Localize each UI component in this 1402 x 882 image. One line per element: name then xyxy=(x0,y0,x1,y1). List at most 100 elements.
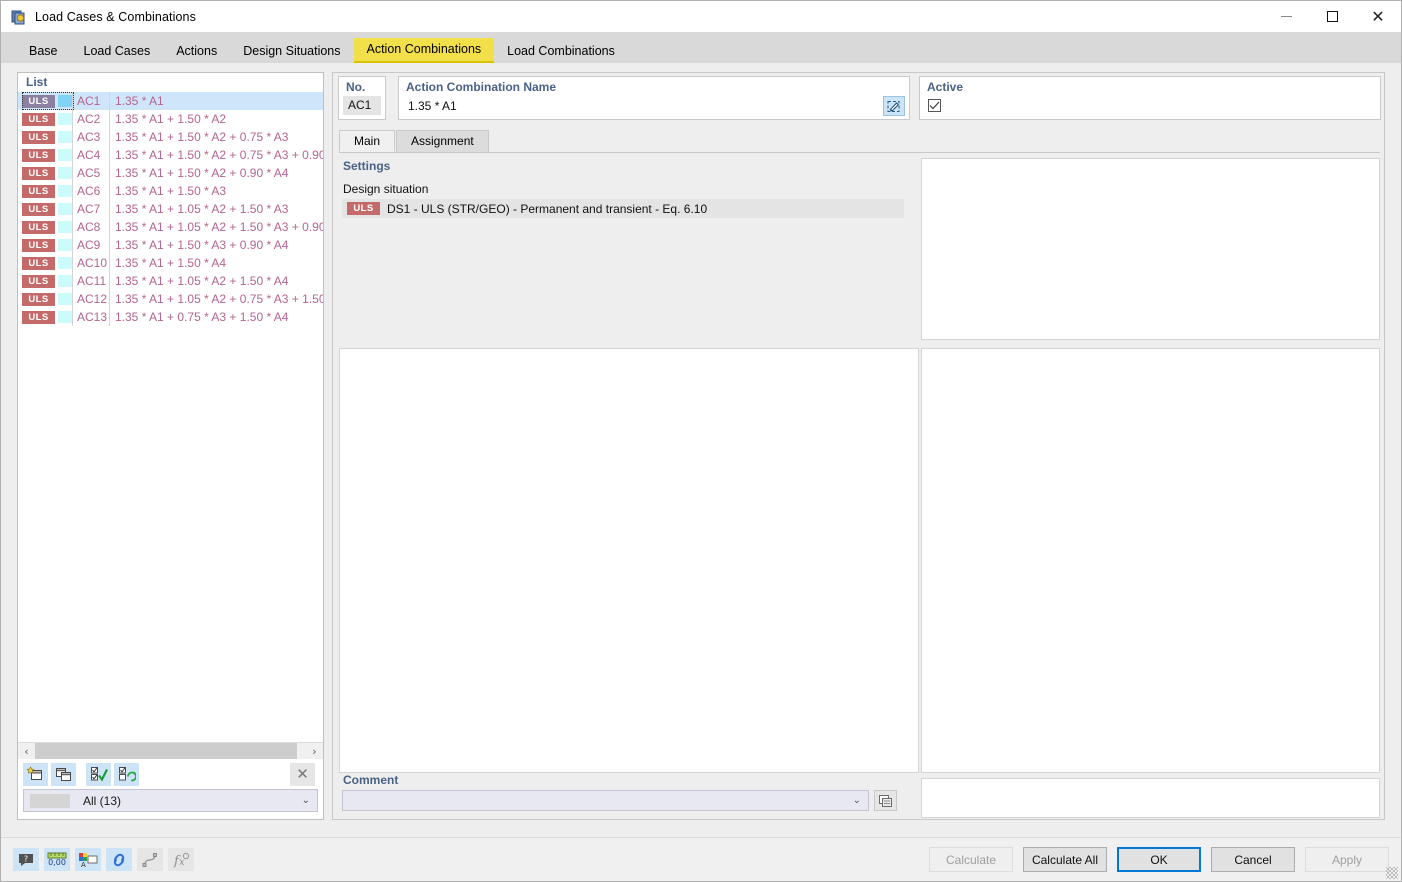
tab-actions[interactable]: Actions xyxy=(163,40,230,63)
detail-area: No. AC1 Action Combination Name xyxy=(332,72,1385,820)
table-row[interactable]: ULSAC51.35 * A1 + 1.50 * A2 + 0.90 * A4 xyxy=(18,164,323,182)
footer-bar: ? 0,00 xyxy=(1,837,1401,881)
table-row[interactable]: ULSAC61.35 * A1 + 1.50 * A3 xyxy=(18,182,323,200)
row-color-swatch xyxy=(58,131,72,143)
row-category-cell: ULS xyxy=(18,92,72,110)
row-formula-cell: 1.35 * A1 + 1.50 * A2 xyxy=(109,110,323,128)
units-decimal-button[interactable]: 0,00 xyxy=(44,848,70,871)
combination-list[interactable]: ULSAC11.35 * A1ULSAC21.35 * A1 + 1.50 * … xyxy=(18,92,323,742)
calculate-button[interactable]: Calculate xyxy=(929,847,1013,872)
table-row[interactable]: ULSAC11.35 * A1 xyxy=(18,92,323,110)
select-all-button[interactable] xyxy=(86,763,111,786)
status-badge: ULS xyxy=(22,257,55,270)
edit-name-button[interactable] xyxy=(883,96,905,116)
tab-load-cases[interactable]: Load Cases xyxy=(71,40,164,63)
new-window-star-icon xyxy=(27,766,44,782)
help-bubble-icon: ? xyxy=(17,852,35,868)
row-formula-cell: 1.35 * A1 + 1.50 * A3 + 0.90 * A4 xyxy=(109,236,323,254)
new-item-button[interactable] xyxy=(23,763,48,786)
display-properties-button[interactable]: A xyxy=(75,848,101,871)
tab-assignment[interactable]: Assignment xyxy=(396,130,489,152)
calculate-all-button[interactable]: Calculate All xyxy=(1023,847,1107,872)
table-row[interactable]: ULSAC101.35 * A1 + 1.50 * A4 xyxy=(18,254,323,272)
tab-design-situations[interactable]: Design Situations xyxy=(230,40,353,63)
chain-link-icon xyxy=(110,852,128,868)
tab-load-combinations[interactable]: Load Combinations xyxy=(494,40,628,63)
row-category-cell: ULS xyxy=(18,200,72,218)
detail-pane-bottom-right xyxy=(921,778,1380,818)
table-row[interactable]: ULSAC121.35 * A1 + 1.05 * A2 + 0.75 * A3… xyxy=(18,290,323,308)
scroll-track[interactable] xyxy=(35,743,306,759)
table-row[interactable]: ULSAC111.35 * A1 + 1.05 * A2 + 1.50 * A4 xyxy=(18,272,323,290)
row-color-swatch xyxy=(58,149,72,161)
row-category-cell: ULS xyxy=(18,146,72,164)
check-icon xyxy=(929,101,940,110)
table-row[interactable]: ULSAC131.35 * A1 + 0.75 * A3 + 1.50 * A4 xyxy=(18,308,323,326)
row-category-cell: ULS xyxy=(18,164,72,182)
detail-top-strip: No. AC1 Action Combination Name xyxy=(333,73,1386,125)
status-badge: ULS xyxy=(22,149,55,162)
ok-button[interactable]: OK xyxy=(1117,847,1201,872)
delete-item-button[interactable]: ✕ xyxy=(290,763,315,786)
close-button[interactable]: ✕ xyxy=(1355,1,1401,32)
list-filter-row: All (13) ⌄ xyxy=(18,789,323,819)
tab-main[interactable]: Main xyxy=(339,130,395,152)
maximize-icon xyxy=(1327,11,1338,22)
active-checkbox[interactable] xyxy=(928,99,941,112)
help-question-button[interactable]: ? xyxy=(13,848,39,871)
maximize-button[interactable] xyxy=(1309,1,1355,32)
row-color-swatch xyxy=(58,239,72,251)
apply-button[interactable]: Apply xyxy=(1305,847,1389,872)
formula-button: f x xyxy=(168,848,194,871)
table-row[interactable]: ULSAC81.35 * A1 + 1.05 * A2 + 1.50 * A3 … xyxy=(18,218,323,236)
refresh-selection-button[interactable] xyxy=(114,763,139,786)
status-badge: ULS xyxy=(22,311,55,324)
table-row[interactable]: ULSAC21.35 * A1 + 1.50 * A2 xyxy=(18,110,323,128)
row-color-swatch xyxy=(58,203,72,215)
resize-grip[interactable] xyxy=(1386,867,1398,879)
table-row[interactable]: ULSAC41.35 * A1 + 1.50 * A2 + 0.75 * A3 … xyxy=(18,146,323,164)
link-button[interactable] xyxy=(106,848,132,871)
comment-section: Comment ⌄ xyxy=(339,773,919,818)
combination-list-panel: List ULSAC11.35 * A1ULSAC21.35 * A1 + 1.… xyxy=(17,72,324,820)
edit-pencil-icon xyxy=(887,100,901,113)
row-category-cell: ULS xyxy=(18,308,72,326)
row-color-swatch xyxy=(58,221,72,233)
minimize-button[interactable] xyxy=(1263,1,1309,32)
comment-combobox[interactable]: ⌄ xyxy=(342,790,869,811)
tab-base[interactable]: Base xyxy=(16,40,71,63)
design-situation-row[interactable]: ULS DS1 - ULS (STR/GEO) - Permanent and … xyxy=(342,199,904,218)
comment-library-button[interactable] xyxy=(874,790,897,811)
load-cases-icon xyxy=(10,8,28,26)
row-formula-cell: 1.35 * A1 xyxy=(109,92,323,110)
settings-title: Settings xyxy=(339,159,919,173)
design-situation-badge: ULS xyxy=(347,202,380,215)
row-formula-cell: 1.35 * A1 + 1.50 * A2 + 0.90 * A4 xyxy=(109,164,323,182)
scroll-thumb[interactable] xyxy=(35,743,297,759)
row-number-cell: AC9 xyxy=(72,236,109,254)
checklist-refresh-icon xyxy=(118,766,136,782)
row-formula-cell: 1.35 * A1 + 1.50 * A4 xyxy=(109,254,323,272)
svg-text:x: x xyxy=(179,857,185,868)
table-row[interactable]: ULSAC71.35 * A1 + 1.05 * A2 + 1.50 * A3 xyxy=(18,200,323,218)
name-label: Action Combination Name xyxy=(399,77,909,94)
detail-tab-bar: Main Assignment xyxy=(339,131,1380,153)
row-color-swatch xyxy=(58,113,72,125)
name-input[interactable] xyxy=(403,97,879,116)
window-controls: ✕ xyxy=(1263,1,1401,32)
list-header-label: List xyxy=(18,73,323,92)
list-horizontal-scrollbar[interactable]: ‹ › xyxy=(18,742,323,759)
comment-label: Comment xyxy=(339,773,919,787)
duplicate-item-button[interactable] xyxy=(51,763,76,786)
table-row[interactable]: ULSAC91.35 * A1 + 1.50 * A3 + 0.90 * A4 xyxy=(18,236,323,254)
scroll-right-button[interactable]: › xyxy=(306,743,323,759)
copy-windows-icon xyxy=(55,766,72,782)
table-row[interactable]: ULSAC31.35 * A1 + 1.50 * A2 + 0.75 * A3 xyxy=(18,128,323,146)
row-category-cell: ULS xyxy=(18,272,72,290)
tab-action-combinations[interactable]: Action Combinations xyxy=(354,38,495,63)
filter-combobox[interactable]: All (13) ⌄ xyxy=(23,789,318,812)
scroll-left-button[interactable]: ‹ xyxy=(18,743,35,759)
status-badge: ULS xyxy=(22,203,55,216)
cancel-button[interactable]: Cancel xyxy=(1211,847,1295,872)
status-badge: ULS xyxy=(22,167,55,180)
